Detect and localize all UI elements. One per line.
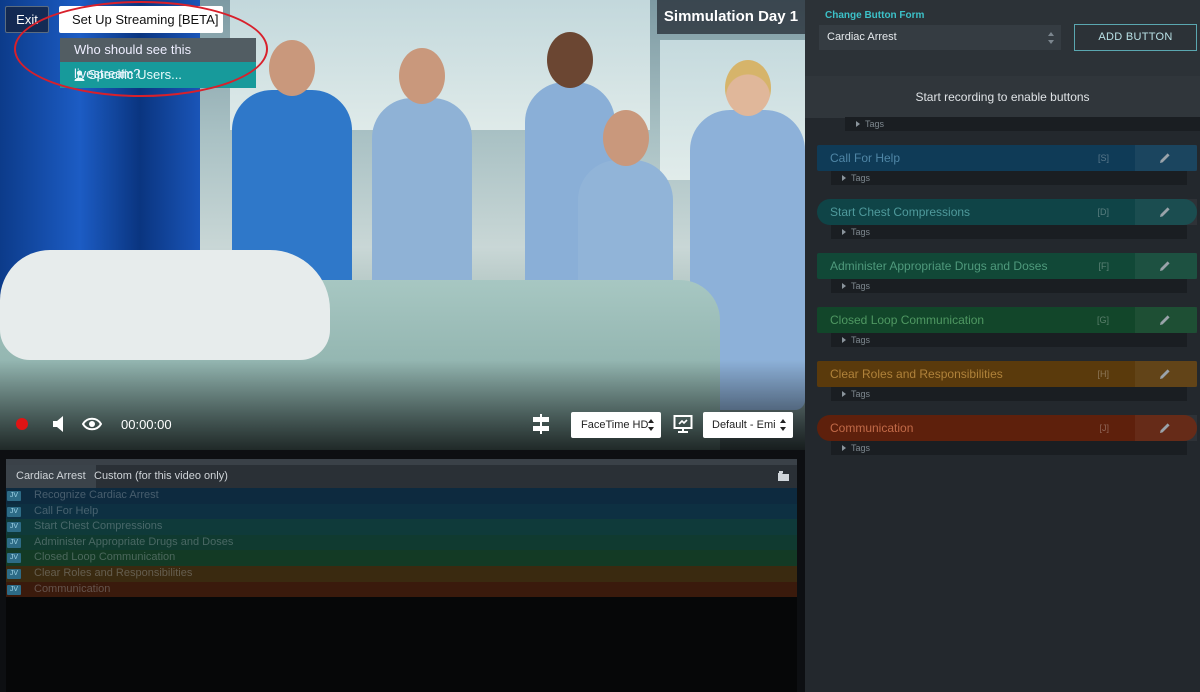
timeline-rows: JV Recognize Cardiac Arrest JV Call For Hel…: [6, 488, 797, 598]
timeline-row[interactable]: JV Communication: [6, 581, 797, 598]
tab-custom[interactable]: Custom (for this video only): [84, 465, 238, 488]
timeline-row-label: Call For Help: [34, 504, 99, 517]
button-form-select-value: Cardiac Arrest: [827, 31, 897, 43]
pencil-icon: [1160, 153, 1170, 163]
shortcut-key: [J]: [1099, 423, 1109, 433]
timeline-row-label: Recognize Cardiac Arrest: [34, 489, 159, 501]
timeline-row-label: Administer Appropriate Drugs and Doses: [34, 535, 234, 548]
tags-toggle[interactable]: Tags: [831, 171, 1187, 185]
event-button-label: Administer Appropriate Drugs and Doses: [830, 259, 1048, 273]
event-button-group: Communication [J] Tags: [817, 415, 1197, 455]
timeline-row[interactable]: JV Recognize Cardiac Arrest: [6, 488, 797, 504]
tags-toggle[interactable]: Tags: [831, 225, 1187, 239]
shortcut-key: [G]: [1096, 315, 1109, 325]
tags-toggle[interactable]: Tags: [831, 441, 1187, 455]
recording-notice: Start recording to enable buttons: [805, 76, 1200, 118]
event-button-group: Administer Appropriate Drugs and Doses [F…: [817, 253, 1197, 293]
tab-cardiac-arrest[interactable]: Cardiac Arrest: [6, 465, 96, 488]
jv-badge: JV: [7, 537, 21, 548]
button-form-select[interactable]: Cardiac Arrest: [819, 25, 1061, 50]
record-button[interactable]: [16, 418, 28, 430]
pencil-icon: [1160, 423, 1170, 433]
timeline-row-label: Communication: [34, 582, 111, 595]
event-button-label: Closed Loop Communication: [830, 313, 985, 327]
split-view-icon[interactable]: [531, 414, 551, 434]
annotation-highlight-ring: [14, 1, 268, 97]
shortcut-key: [F]: [1098, 261, 1110, 271]
tags-toggle[interactable]: Tags: [845, 117, 1200, 131]
screen-share-icon[interactable]: [673, 414, 693, 434]
event-button[interactable]: Administer Appropriate Drugs and Doses [F…: [817, 253, 1197, 279]
jv-badge: JV: [7, 553, 21, 564]
timeline-row[interactable]: JV Start Chest Compressions: [6, 519, 797, 535]
timeline-panel: Cardiac Arrest Custom (for this video on…: [6, 459, 797, 692]
event-button-group: Start Chest Compressions [D] Tags: [817, 199, 1197, 239]
timeline-row[interactable]: JV Call For Help: [6, 503, 797, 520]
select-arrows-icon: [780, 419, 787, 431]
timeline-tabs: Cardiac Arrest Custom (for this video on…: [6, 465, 797, 488]
session-title: Simmulation Day 1: [657, 0, 805, 34]
form-label: Change Button Form: [825, 10, 925, 21]
pencil-icon: [1160, 207, 1170, 217]
event-button[interactable]: Clear Roles and Responsibilities [H]: [817, 361, 1197, 387]
camera-select[interactable]: FaceTime HD: [571, 412, 661, 438]
timeline-row[interactable]: JV Clear Roles and Responsibilities: [6, 565, 797, 582]
pencil-icon: [1160, 261, 1170, 271]
timeline-row-label: Closed Loop Communication: [34, 551, 176, 564]
edit-button[interactable]: [1135, 307, 1197, 333]
event-button-group: Closed Loop Communication [G] Tags: [817, 307, 1197, 347]
jv-badge: JV: [7, 522, 21, 533]
video-workspace: Exit Set Up Streaming [BETA] Who should …: [0, 0, 805, 692]
timeline-row[interactable]: JV Administer Appropriate Drugs and Doses: [6, 534, 797, 551]
folder-icon[interactable]: [778, 471, 789, 481]
form-header: Change Button Form Cardiac Arrest ADD BU…: [805, 0, 1200, 76]
edit-button[interactable]: [1135, 253, 1197, 279]
edit-button[interactable]: [1135, 145, 1197, 171]
timeline-row[interactable]: JV Closed Loop Communication: [6, 550, 797, 566]
microphone-select-value: Default - Emi: [712, 419, 776, 431]
event-button[interactable]: Call For Help [S]: [817, 145, 1197, 171]
recording-timer: 00:00:00: [121, 417, 172, 432]
jv-badge: JV: [7, 506, 21, 517]
tags-toggle[interactable]: Tags: [831, 333, 1187, 347]
edit-button[interactable]: [1135, 415, 1197, 441]
jv-badge: JV: [7, 491, 21, 501]
event-button[interactable]: Start Chest Compressions [D]: [817, 199, 1197, 225]
speaker-icon[interactable]: [52, 415, 68, 433]
pencil-icon: [1160, 315, 1170, 325]
event-button[interactable]: Communication [J]: [817, 415, 1197, 441]
shortcut-key: [D]: [1097, 207, 1109, 217]
shortcut-key: [S]: [1097, 153, 1109, 163]
event-button-label: Communication: [830, 421, 914, 435]
jv-badge: JV: [7, 584, 21, 595]
patient-mannequin: [0, 250, 330, 360]
timeline-row-label: Clear Roles and Responsibilities: [34, 566, 193, 579]
timeline-row-label: Start Chest Compressions: [34, 520, 163, 533]
pencil-icon: [1160, 369, 1170, 379]
event-button-group: Call For Help [S] Tags: [817, 145, 1197, 185]
select-arrows-icon: [1048, 32, 1055, 44]
tags-toggle[interactable]: Tags: [831, 387, 1187, 401]
edit-button[interactable]: [1135, 361, 1197, 387]
shortcut-key: [H]: [1097, 369, 1109, 379]
tags-toggle[interactable]: Tags: [831, 279, 1187, 293]
event-button-label: Call For Help: [830, 151, 901, 165]
microphone-select[interactable]: Default - Emi: [703, 412, 793, 438]
camera-select-value: FaceTime HD: [581, 419, 649, 431]
eye-icon[interactable]: [82, 417, 102, 431]
add-button[interactable]: ADD BUTTON: [1074, 24, 1197, 51]
button-form-panel: Change Button Form Cardiac Arrest ADD BU…: [805, 0, 1200, 692]
edit-button[interactable]: [1135, 199, 1197, 225]
event-button-label: Clear Roles and Responsibilities: [830, 367, 1003, 381]
event-button[interactable]: Closed Loop Communication [G]: [817, 307, 1197, 333]
jv-badge: JV: [7, 568, 21, 579]
event-button-group: Clear Roles and Responsibilities [H] Tags: [817, 361, 1197, 401]
select-arrows-icon: [648, 419, 655, 431]
event-button-label: Start Chest Compressions: [830, 205, 971, 219]
